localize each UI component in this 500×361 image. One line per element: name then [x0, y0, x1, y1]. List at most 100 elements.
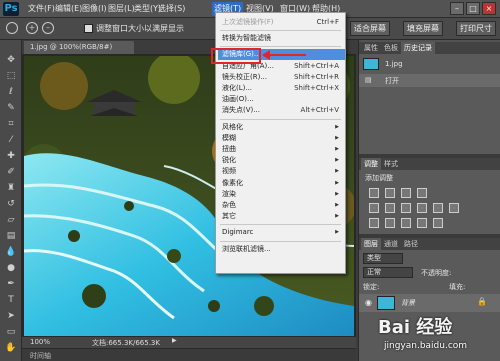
watermark-main: Bai 经验: [378, 317, 453, 338]
gradient-tool-icon[interactable]: ▤: [4, 230, 18, 243]
menu-edit[interactable]: 编辑(E): [55, 3, 82, 14]
minimize-icon[interactable]: –: [450, 2, 464, 15]
filter-menu-item[interactable]: Digimarc: [222, 227, 341, 238]
threshold-icon[interactable]: [401, 218, 411, 228]
fill-screen-button[interactable]: 填充屏幕: [403, 21, 443, 36]
layer-row[interactable]: ◉ 背景 🔒: [359, 294, 500, 312]
filter-menu-item[interactable]: 消失点(V)... Alt+Ctrl+V: [222, 105, 341, 116]
vibrance-icon[interactable]: [369, 203, 379, 213]
status-arrow-icon[interactable]: ▶: [172, 337, 177, 344]
adjustments-panel: 添加调整: [359, 170, 500, 234]
zoom-out-icon[interactable]: –: [42, 22, 54, 34]
eraser-tool-icon[interactable]: ▱: [4, 214, 18, 227]
filter-menu-item[interactable]: 上次滤镜操作(F) Ctrl+F: [222, 17, 341, 28]
menu-separator: [220, 240, 341, 242]
tab-adjustments[interactable]: 调整: [361, 158, 381, 170]
resize-windows-label: 调整窗口大小以满屏显示: [96, 24, 184, 33]
annotation-arrow: [262, 50, 306, 60]
layer-kind-filter[interactable]: 类型: [363, 253, 403, 264]
adjust-tab-strip: 调整 样式: [359, 158, 500, 170]
tab-properties[interactable]: 属性: [361, 42, 381, 54]
menu-image[interactable]: 图像(I): [82, 3, 107, 14]
healing-brush-icon[interactable]: ✚: [4, 150, 18, 163]
type-tool-icon[interactable]: T: [4, 294, 18, 307]
menu-file[interactable]: 文件(F): [28, 3, 55, 14]
blend-mode-select[interactable]: 正常: [363, 267, 413, 278]
filter-menu-item[interactable]: 浏览联机滤镜...: [222, 244, 341, 255]
filter-menu-item[interactable]: 锐化: [222, 155, 341, 166]
tab-paths[interactable]: 路径: [401, 238, 421, 250]
history-step-label: 打开: [385, 77, 399, 85]
zoom-tool-icon[interactable]: [6, 22, 18, 34]
exposure-icon[interactable]: [417, 188, 427, 198]
brush-tool-icon[interactable]: ✐: [4, 166, 18, 179]
opacity-label: 不透明度:: [421, 269, 452, 277]
filter-menu-item[interactable]: 杂色: [222, 200, 341, 211]
status-bar: 100% 文档:665.3K/665.3K ▶: [22, 336, 356, 348]
close-icon[interactable]: ×: [482, 2, 496, 15]
pen-tool-icon[interactable]: ✒: [4, 278, 18, 291]
visibility-eye-icon[interactable]: ◉: [365, 298, 372, 307]
levels-icon[interactable]: [385, 188, 395, 198]
black-white-icon[interactable]: [417, 203, 427, 213]
zoom-in-icon[interactable]: +: [26, 22, 38, 34]
filter-menu-item[interactable]: 转换为智能滤镜: [222, 33, 341, 44]
filter-menu-item[interactable]: 其它: [222, 211, 341, 222]
invert-icon[interactable]: [369, 218, 379, 228]
filter-menu-item[interactable]: 模糊: [222, 133, 341, 144]
lock-icon: 🔒: [477, 297, 487, 306]
filter-menu-item[interactable]: 渲染: [222, 189, 341, 200]
tab-history[interactable]: 历史记录: [401, 42, 435, 54]
brightness-icon[interactable]: [369, 188, 379, 198]
resize-windows-checkbox[interactable]: [84, 24, 93, 33]
maximize-icon[interactable]: □: [466, 2, 480, 15]
filter-menu-item[interactable]: 风格化: [222, 122, 341, 133]
marquee-tool-icon[interactable]: ⬚: [4, 70, 18, 83]
filter-menu-item[interactable]: 液化(L)... Shift+Ctrl+X: [222, 83, 341, 94]
filter-menu-item[interactable]: 视频: [222, 166, 341, 177]
posterize-icon[interactable]: [385, 218, 395, 228]
eyedropper-tool-icon[interactable]: ⁄: [4, 134, 18, 147]
history-brush-icon[interactable]: ↺: [4, 198, 18, 211]
curves-icon[interactable]: [401, 188, 411, 198]
timeline-label[interactable]: 时间轴: [30, 351, 51, 361]
hand-tool-icon[interactable]: ✋: [4, 342, 18, 355]
stamp-tool-icon[interactable]: ♜: [4, 182, 18, 195]
crop-tool-icon[interactable]: ⌗: [4, 118, 18, 131]
history-step[interactable]: ▤ 打开: [359, 74, 500, 87]
blend-mode-value: 正常: [367, 268, 381, 276]
zoom-level[interactable]: 100%: [30, 338, 50, 346]
filter-menu-item[interactable]: 油画(O)...: [222, 94, 341, 105]
color-balance-icon[interactable]: [401, 203, 411, 213]
menu-select[interactable]: 选择(S): [158, 3, 185, 14]
fit-screen-button[interactable]: 适合屏幕: [350, 21, 390, 36]
hue-saturation-icon[interactable]: [385, 203, 395, 213]
dodge-tool-icon[interactable]: ●: [4, 262, 18, 275]
menu-item-label: 转换为智能滤镜: [222, 34, 271, 43]
filter-menu-item[interactable]: 扭曲: [222, 144, 341, 155]
menu-item-label: 杂色: [222, 201, 236, 209]
move-tool-icon[interactable]: ✥: [4, 54, 18, 67]
menu-item-label: 像素化: [222, 178, 243, 187]
shape-tool-icon[interactable]: ▭: [4, 326, 18, 339]
tab-styles[interactable]: 样式: [381, 158, 401, 170]
tab-swatches[interactable]: 色板: [381, 42, 401, 54]
snapshot-name[interactable]: 1.jpg: [385, 60, 403, 68]
selective-color-icon[interactable]: [433, 218, 443, 228]
menu-layer[interactable]: 图层(L): [108, 3, 135, 14]
print-size-button[interactable]: 打印尺寸: [456, 21, 496, 36]
menu-item-label: 模糊: [222, 133, 236, 142]
filter-menu-item[interactable]: 镜头校正(R)... Shift+Ctrl+R: [222, 72, 341, 83]
channel-mixer-icon[interactable]: [449, 203, 459, 213]
lasso-tool-icon[interactable]: ℓ: [4, 86, 18, 99]
quick-select-tool-icon[interactable]: ✎: [4, 102, 18, 115]
tab-layers[interactable]: 图层: [361, 238, 381, 250]
gradient-map-icon[interactable]: [417, 218, 427, 228]
photo-filter-icon[interactable]: [433, 203, 443, 213]
path-select-tool-icon[interactable]: ➤: [4, 310, 18, 323]
document-tab[interactable]: 1.jpg @ 100%(RGB/8#): [24, 41, 134, 54]
tab-channels[interactable]: 通道: [381, 238, 401, 250]
menu-item-label: 上次滤镜操作(F): [222, 18, 274, 26]
blur-tool-icon[interactable]: 💧: [4, 246, 18, 259]
filter-menu-item[interactable]: 像素化: [222, 178, 341, 189]
